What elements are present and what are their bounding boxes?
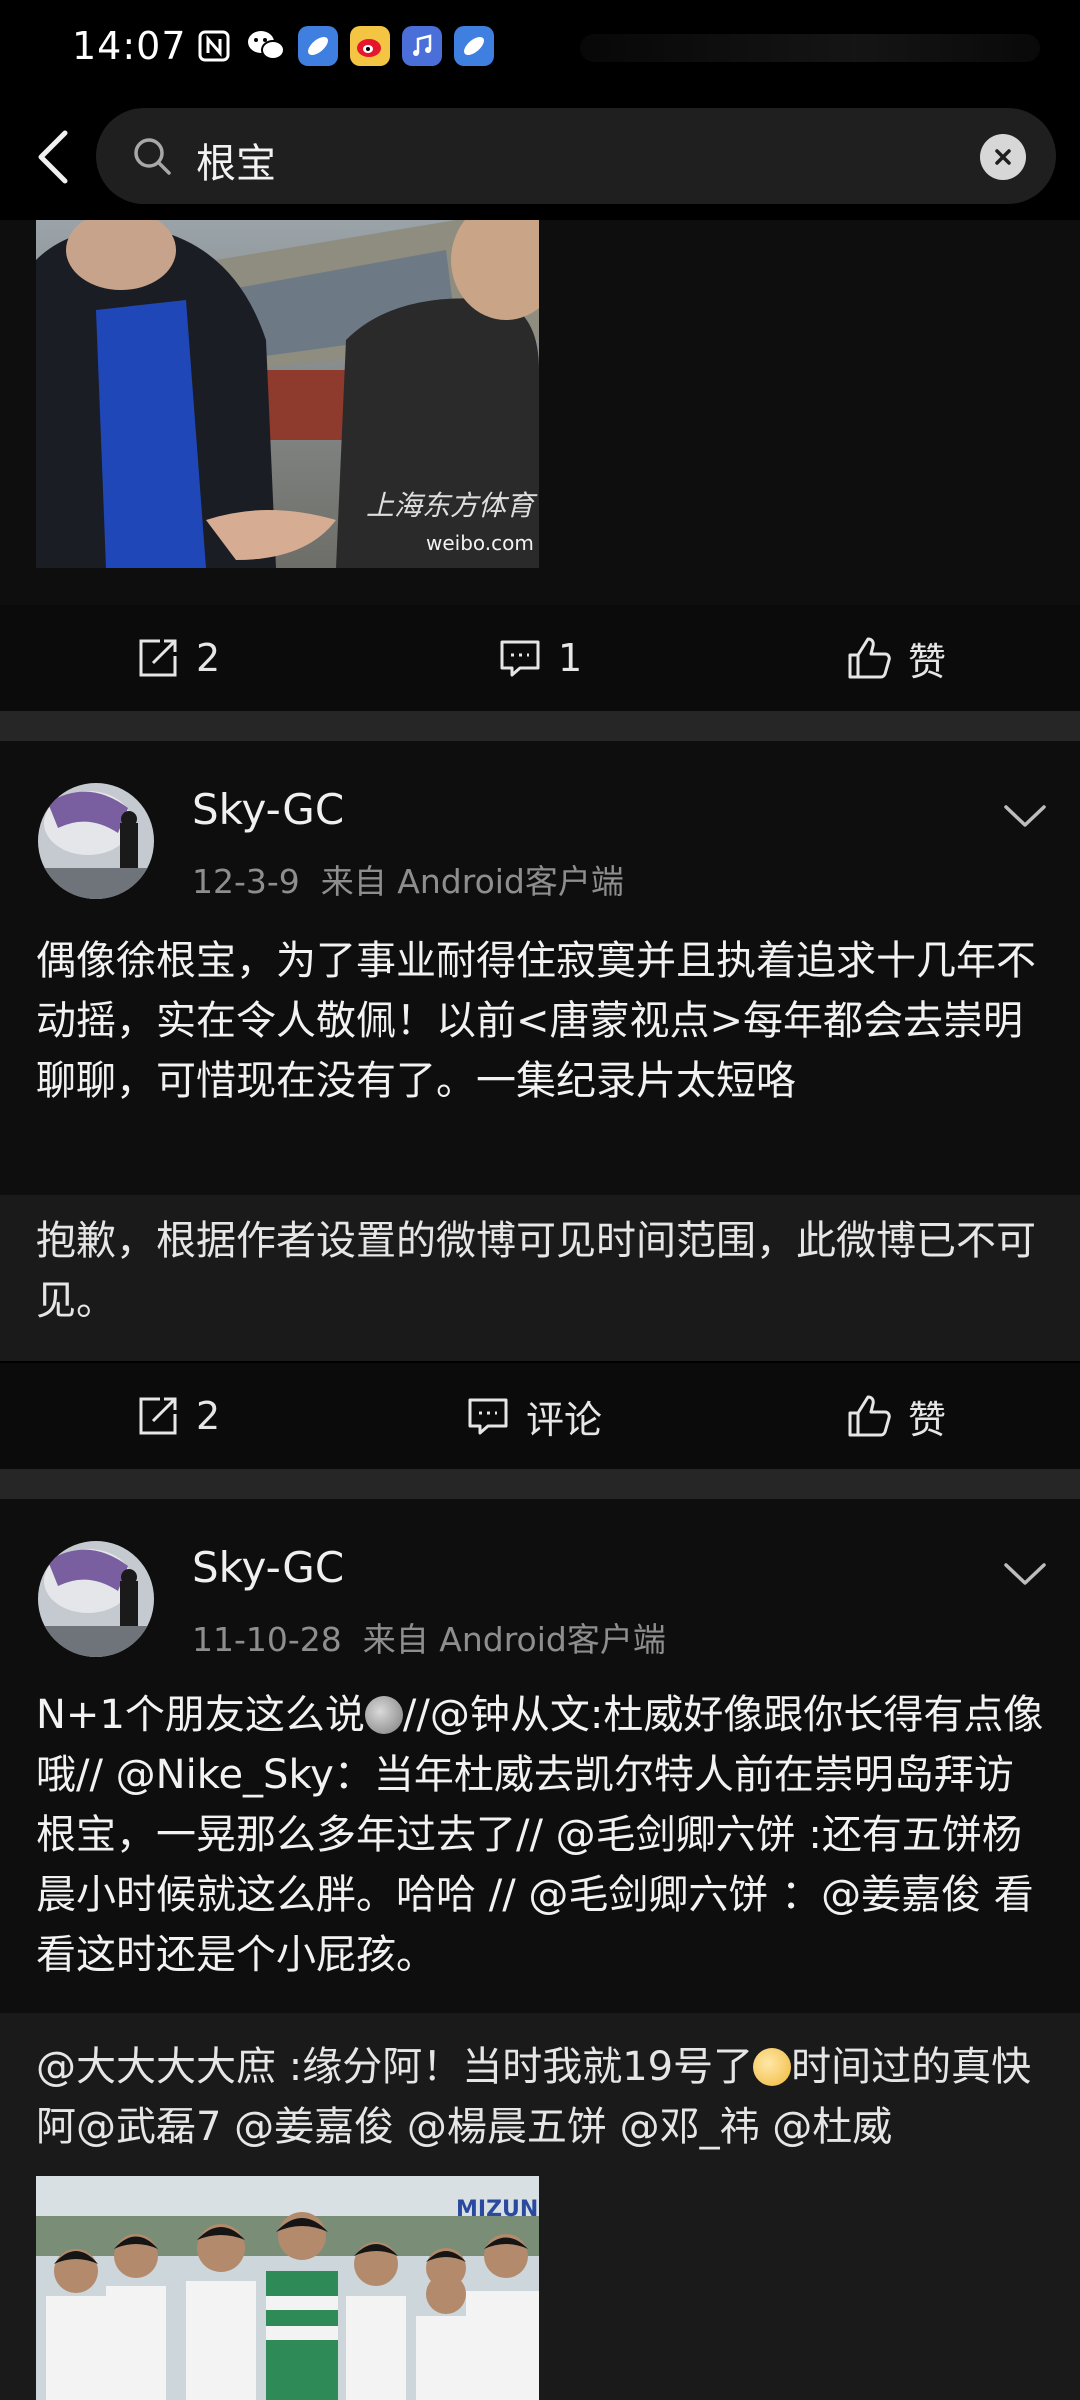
avatar[interactable]: [38, 1541, 154, 1657]
status-icons: [194, 26, 494, 66]
music-icon: [402, 26, 442, 66]
thumbs-up-icon: [848, 1395, 891, 1437]
post-meta: 11-10-28 来自 Android客户端: [192, 1613, 666, 1661]
share-icon: [139, 639, 177, 677]
repost-box[interactable]: @大大大大庶 :缘分阿！当时我就19号了 时间过的真快阿@武磊7 @姜嘉俊 @楊晨…: [0, 2013, 1080, 2400]
post-date: 12-3-9: [192, 862, 300, 901]
thumbs-up-icon: [848, 637, 891, 679]
repost-text: 抱歉，根据作者设置的微博可见时间范围，此微博已不可见。: [36, 1218, 1036, 1324]
separator: [0, 711, 1080, 741]
status-bar: 14:07: [0, 0, 1080, 100]
comment-count: 1: [558, 636, 583, 680]
repost-text: @大大大大庶 :缘分阿！当时我就19号了 时间过的真快阿@武磊7 @姜嘉俊 @楊晨…: [36, 2037, 1046, 2157]
share-icon: [139, 1397, 177, 1435]
comment-label: 评论: [526, 1397, 603, 1442]
repost-count: 2: [196, 636, 221, 680]
status-indicators-blurred: [580, 34, 1040, 62]
post-actions-1: 2 1 赞: [0, 605, 1080, 711]
post-photo[interactable]: 上海东方体育 weibo.com: [36, 220, 539, 568]
post-date: 11-10-28: [192, 1620, 342, 1659]
grin-emoji-icon: [753, 2048, 792, 2086]
separator: [0, 1469, 1080, 1499]
post-source: 来自 Android客户端: [362, 1620, 666, 1659]
like-button[interactable]: 赞: [846, 1363, 946, 1469]
app-blue-icon: [298, 26, 338, 66]
post-card-3: Sky-GC 11-10-28 来自 Android客户端 N+1个朋友这么说 /…: [0, 1499, 1080, 2400]
search-input[interactable]: 根宝: [96, 108, 1056, 204]
post-text: N+1个朋友这么说//@钟从文:杜威好像跟你长得有点像哦// @Nike_Sky…: [36, 1685, 1046, 1985]
svg-text:上海东方体育: 上海东方体育: [366, 489, 538, 522]
clear-search-button[interactable]: [980, 134, 1026, 180]
status-time: 14:07: [72, 24, 187, 68]
chevron-down-icon[interactable]: [1000, 797, 1050, 837]
post-actions-2: 2 评论 赞: [0, 1363, 1080, 1469]
avatar[interactable]: [38, 783, 154, 899]
comment-button[interactable]: 1: [498, 605, 582, 711]
post-meta: 12-3-9 来自 Android客户端: [192, 855, 624, 903]
repost-text-part1: @大大大大庶 :缘分阿！当时我就19号了: [36, 2044, 754, 2090]
post-text-part1: N+1个朋友这么说: [36, 1692, 365, 1738]
crying-emoji-icon: [364, 1696, 403, 1734]
username[interactable]: Sky-GC: [192, 1543, 344, 1592]
post-text: 偶像徐根宝，为了事业耐得住寂寞并且执着追求十几年不动摇，实在令人敬佩！以前<唐蒙…: [36, 938, 1036, 1104]
comment-icon: [468, 1398, 508, 1435]
post-card-1: 上海东方体育 weibo.com: [0, 220, 1080, 605]
wechat-icon: [246, 26, 286, 66]
comment-icon: [500, 640, 540, 677]
svg-text:MIZUN: MIZUN: [456, 2197, 538, 2222]
post-card-2: Sky-GC 12-3-9 来自 Android客户端 偶像徐根宝，为了事业耐得…: [0, 741, 1080, 1361]
comment-button[interactable]: 评论: [466, 1363, 602, 1469]
chevron-down-icon[interactable]: [1000, 1555, 1050, 1595]
back-arrow-icon: [38, 130, 68, 184]
repost-count: 2: [196, 1394, 221, 1438]
search-icon: [134, 138, 171, 175]
like-label: 赞: [908, 639, 947, 684]
close-icon: [995, 149, 1011, 165]
like-button[interactable]: 赞: [846, 605, 946, 711]
repost-button[interactable]: 2: [136, 1363, 220, 1469]
username[interactable]: Sky-GC: [192, 785, 344, 834]
post-source: 来自 Android客户端: [320, 862, 624, 901]
nfc-icon: [194, 26, 234, 66]
photo-watermark: weibo.com: [426, 531, 534, 555]
repost-box[interactable]: 抱歉，根据作者设置的微博可见时间范围，此微博已不可见。: [0, 1195, 1080, 1361]
back-button[interactable]: [18, 122, 88, 192]
top-bar: 根宝: [0, 100, 1080, 220]
weibo-icon: [350, 26, 390, 66]
app-blue-icon-2: [454, 26, 494, 66]
repost-button[interactable]: 2: [136, 605, 220, 711]
like-label: 赞: [908, 1397, 947, 1442]
repost-photo[interactable]: MIZUN: [36, 2176, 539, 2400]
search-query: 根宝: [196, 141, 276, 187]
